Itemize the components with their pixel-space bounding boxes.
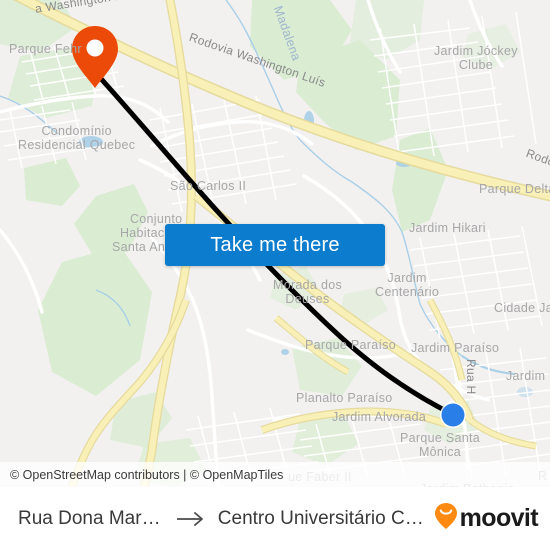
destination-label: Centro Universitário Central P... [217, 507, 434, 529]
moovit-logo: moovit [434, 502, 539, 535]
arrow-right-icon [176, 511, 206, 527]
origin-label: Rua Dona Maria Ja... [18, 507, 164, 529]
map-attribution-bar: © OpenStreetMap contributors | © OpenMap… [0, 462, 550, 487]
moovit-smiley-pin-icon [434, 502, 458, 535]
moovit-wordmark: moovit [459, 504, 539, 532]
take-me-there-button[interactable]: Take me there [165, 224, 385, 266]
attribution-text: © OpenStreetMap contributors | © OpenMap… [10, 467, 284, 482]
route-footer: Rua Dona Maria Ja... Centro Universitári… [0, 487, 550, 550]
moovit-route-preview: a Washington LuísRodovia Washington Luís… [0, 0, 550, 550]
map-canvas[interactable]: a Washington LuísRodovia Washington Luís… [0, 0, 550, 487]
destination-dot-icon [440, 402, 466, 428]
